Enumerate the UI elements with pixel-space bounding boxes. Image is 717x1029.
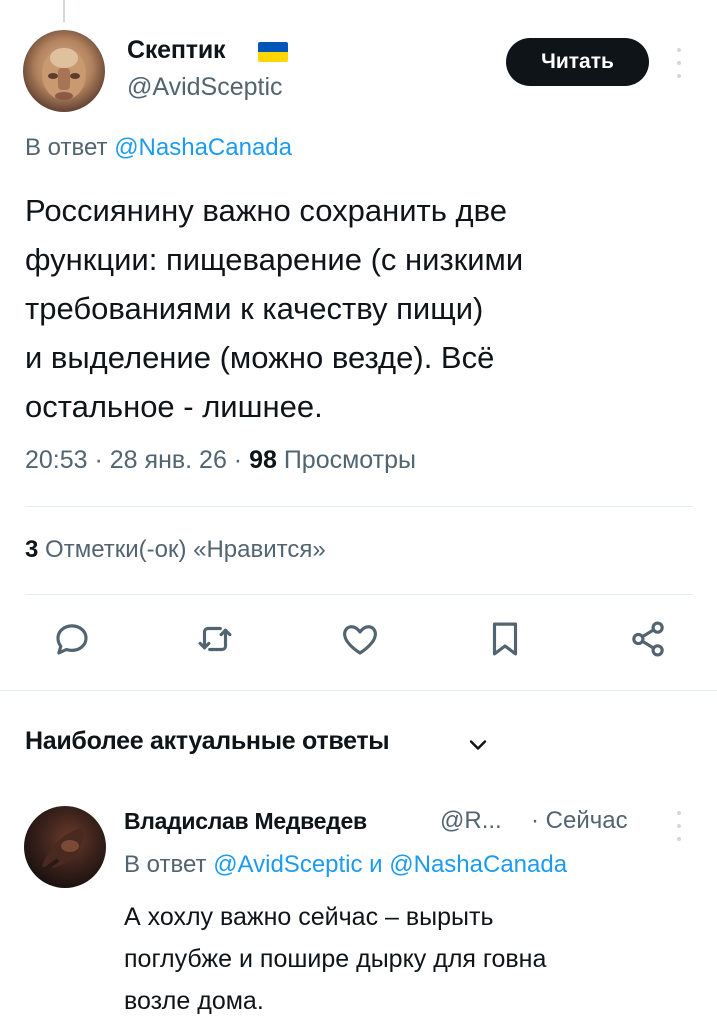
thread-connector-line: [63, 0, 65, 22]
author-name[interactable]: Скептик: [127, 36, 225, 65]
replies-sort-title[interactable]: Наиболее актуальные ответы: [25, 727, 390, 756]
views-label: Просмотры: [276, 446, 416, 474]
reply-to-line: В ответ @AvidSceptic и @NashaCanada: [124, 851, 567, 879]
likes-summary[interactable]: 3 Отметки(-ок) «Нравится»: [25, 536, 326, 564]
ukraine-flag-icon: [258, 42, 288, 62]
tweet-meta: 20:53 · 28 янв. 26 · 98 Просмотры: [25, 446, 416, 475]
reply-author-name[interactable]: Владислав Медведев: [124, 808, 367, 835]
tweet-text: Россиянину важно сохранить две функции: …: [25, 193, 524, 424]
retweet-action-button[interactable]: [191, 615, 239, 663]
reply-author-handle[interactable]: @R...: [440, 807, 502, 835]
reply-mention-link[interactable]: @AvidSceptic: [213, 851, 362, 878]
like-icon: [343, 625, 377, 655]
reply-icon: [56, 624, 88, 655]
share-icon: [632, 621, 664, 657]
reply-mention-link[interactable]: @NashaCanada: [114, 134, 292, 161]
reply-conjunction: и: [362, 851, 390, 878]
bookmark-icon: [492, 622, 518, 656]
like-action-button[interactable]: [336, 615, 384, 663]
reply-prefix: В ответ: [124, 851, 207, 878]
retweet-icon: [198, 626, 232, 652]
read-button[interactable]: Читать: [506, 38, 649, 86]
likes-count: 3: [25, 536, 39, 563]
section-divider: [0, 690, 717, 691]
author-handle[interactable]: @AvidSceptic: [127, 73, 283, 102]
share-action-button[interactable]: [624, 615, 672, 663]
reply-author-avatar[interactable]: [24, 806, 106, 888]
divider: [25, 506, 693, 507]
divider: [25, 594, 693, 595]
more-options-icon[interactable]: [674, 48, 684, 78]
chevron-down-icon[interactable]: [466, 733, 490, 757]
author-avatar[interactable]: [23, 30, 105, 112]
reply-mention-link[interactable]: @NashaCanada: [389, 851, 567, 878]
reply-to-line: В ответ @NashaCanada: [25, 134, 292, 162]
views-count: 98: [249, 446, 277, 474]
reply-timestamp[interactable]: · Сейчас: [531, 807, 628, 835]
reply-action-button[interactable]: [48, 615, 96, 663]
likes-label: Отметки(-ок) «Нравится»: [38, 536, 326, 563]
tweet-timestamp[interactable]: 20:53 · 28 янв. 26 ·: [25, 446, 249, 474]
reply-prefix: В ответ: [25, 134, 108, 161]
reply-more-options-icon[interactable]: [674, 811, 684, 841]
reply-text: А хохлу важно сейчас – вырыть поглубже и…: [124, 903, 547, 1015]
bookmark-action-button[interactable]: [481, 615, 529, 663]
